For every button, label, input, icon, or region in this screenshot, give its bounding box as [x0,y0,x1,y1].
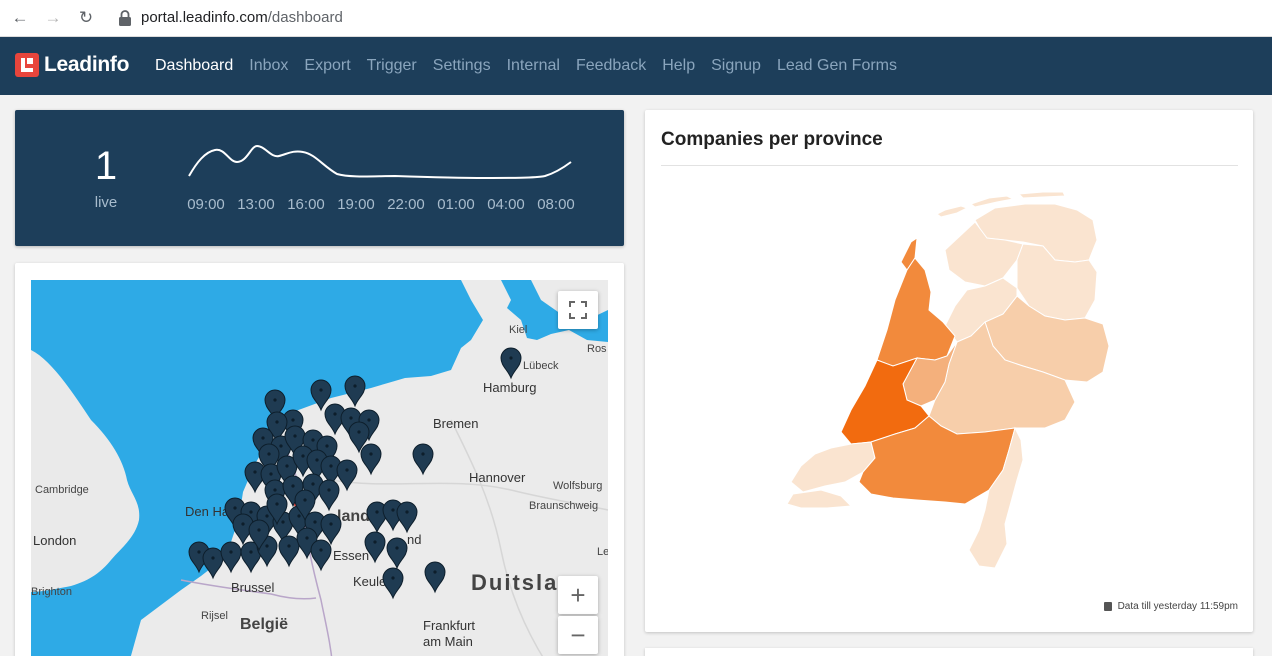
back-arrow-icon[interactable]: ← [10,8,30,28]
visitor-marker-icon[interactable] [396,501,418,534]
menu-trigger[interactable]: Trigger [367,57,417,75]
tick-label: 19:00 [337,196,375,213]
url-path: /dashboard [267,9,343,26]
fullscreen-button[interactable] [558,291,598,329]
browser-toolbar: ← → ↻ portal.leadinfo.com/dashboard [0,0,1272,37]
main-menu: Dashboard Inbox Export Trigger Settings … [155,57,897,75]
data-timestamp-text: Data till yesterday 11:59pm [1117,601,1238,612]
visitor-marker-icon[interactable] [364,531,386,564]
menu-feedback[interactable]: Feedback [576,57,646,75]
visitors-map-card: Kiel Lübeck Ros Hamburg Bremen Hannover … [15,263,624,656]
province-wadden-2[interactable] [969,195,1015,208]
visitor-marker-icon[interactable] [278,535,300,568]
data-timestamp: Data till yesterday 11:59pm [1103,601,1238,612]
app-navbar: Leadinfo Dashboard Inbox Export Trigger … [0,37,1272,95]
logo-text[interactable]: Leadinfo [44,53,129,77]
tick-label: 13:00 [237,196,275,213]
time-axis: 09:00 13:00 16:00 19:00 22:00 01:00 04:0… [181,196,581,213]
province-zeeland-flanders[interactable] [786,489,853,509]
live-sparkline [188,144,572,180]
visitor-marker-icon[interactable] [386,537,408,570]
zoom-out-button[interactable]: − [558,616,598,654]
menu-dashboard[interactable]: Dashboard [155,57,233,75]
reload-icon[interactable]: ↻ [76,8,96,28]
lock-icon [119,10,131,26]
menu-help[interactable]: Help [662,57,695,75]
visitor-marker-icon[interactable] [320,513,342,546]
visitor-marker-icon[interactable] [412,443,434,476]
province-wadden[interactable] [936,205,969,218]
menu-signup[interactable]: Signup [711,57,761,75]
forward-arrow-icon[interactable]: → [43,8,63,28]
visitor-marker-icon[interactable] [310,539,332,572]
visitor-marker-icon[interactable] [220,541,242,574]
tick-label: 04:00 [487,196,525,213]
visitor-marker-icon[interactable] [202,547,224,580]
live-visitors-panel: 1 live 09:00 13:00 16:00 19:00 22:00 01:… [15,110,624,246]
tick-label: 08:00 [537,196,575,213]
menu-internal[interactable]: Internal [507,57,560,75]
url-host: portal.leadinfo.com [141,9,268,26]
address-bar[interactable]: portal.leadinfo.com/dashboard [141,9,343,26]
tick-label: 09:00 [187,196,225,213]
visitor-marker-icon[interactable] [382,567,404,600]
visitor-marker-icon[interactable] [360,443,382,476]
visitor-marker-icon[interactable] [344,375,366,408]
menu-export[interactable]: Export [304,57,350,75]
province-wadden-3[interactable] [1017,191,1066,199]
visitor-marker-icon[interactable] [318,479,340,512]
companies-per-province-card: Companies per province Data till yesterd… [645,110,1253,632]
province-noord-holland[interactable] [876,257,956,367]
tick-label: 01:00 [437,196,475,213]
menu-settings[interactable]: Settings [433,57,491,75]
zoom-in-button[interactable]: + [558,576,598,614]
visitor-marker-icon[interactable] [310,379,332,412]
menu-lead-gen-forms[interactable]: Lead Gen Forms [777,57,897,75]
leadinfo-logo-icon[interactable] [15,53,39,77]
visitor-marker-icon[interactable] [336,459,358,492]
visitor-marker-icon[interactable] [424,561,446,594]
menu-inbox[interactable]: Inbox [249,57,288,75]
tick-label: 16:00 [287,196,325,213]
visitor-markers [188,347,522,600]
fullscreen-icon [569,301,587,319]
netherlands-province-map [786,191,1110,569]
visitors-map[interactable]: Kiel Lübeck Ros Hamburg Bremen Hannover … [31,280,608,656]
next-card-edge [645,648,1253,656]
tick-label: 22:00 [387,196,425,213]
calendar-icon [1103,602,1112,611]
visitor-marker-icon[interactable] [500,347,522,380]
